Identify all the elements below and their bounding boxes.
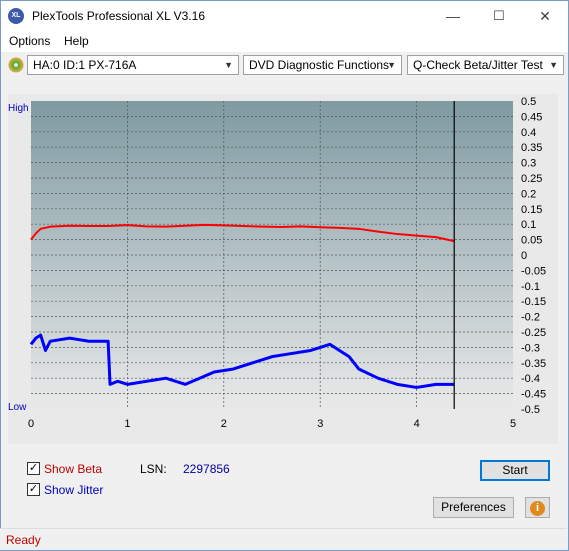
- app-logo-icon: XL: [8, 8, 24, 24]
- chart-panel: 012345 0.5 0.45 0.4 0.35 0.3 0.25 0.2 0.15 0.1 0.…: [8, 94, 558, 444]
- start-button[interactable]: Start: [480, 460, 550, 481]
- drive-select[interactable]: HA:0 ID:1 PX-716A ▼: [27, 55, 239, 75]
- test-select-value: Q-Check Beta/Jitter Test: [413, 58, 543, 72]
- chevron-down-icon: ▼: [224, 60, 233, 70]
- menu-help[interactable]: Help: [64, 34, 89, 48]
- title-bar: XL PlexTools Professional XL V3.16 — ☐ ✕: [1, 1, 568, 31]
- chevron-down-icon: ▼: [387, 60, 396, 70]
- menu-options[interactable]: Options: [9, 34, 50, 48]
- y-tick-label: 0.15: [521, 204, 542, 216]
- y-tick-label: -0.5: [521, 404, 540, 416]
- function-select-value: DVD Diagnostic Functions: [249, 58, 390, 72]
- lsn-value: 2297856: [183, 462, 230, 476]
- x-tick-label: 4: [414, 418, 420, 430]
- y-tick-label: 0: [521, 250, 527, 262]
- y-tick-label: 0.4: [521, 127, 536, 139]
- show-beta-label[interactable]: Show Beta: [44, 462, 102, 476]
- maximize-button[interactable]: ☐: [476, 1, 522, 31]
- y-tick-label: -0.3: [521, 342, 540, 354]
- minimize-button[interactable]: —: [430, 1, 476, 31]
- chevron-down-icon: ▼: [549, 60, 558, 70]
- test-select[interactable]: Q-Check Beta/Jitter Test ▼: [407, 55, 564, 75]
- toolbar: HA:0 ID:1 PX-716A ▼ DVD Diagnostic Funct…: [1, 52, 568, 80]
- show-beta-checkbox[interactable]: ✓: [27, 462, 40, 475]
- disc-drive-icon: [8, 57, 24, 73]
- high-label: High: [8, 103, 29, 114]
- y-tick-label: 0.25: [521, 173, 542, 185]
- info-button[interactable]: i: [525, 497, 550, 518]
- x-tick-label: 5: [510, 418, 516, 430]
- y-tick-label: 0.05: [521, 235, 542, 247]
- y-tick-label: -0.45: [521, 389, 546, 401]
- y-tick-label: 0.45: [521, 111, 542, 123]
- y-tick-label: 0.35: [521, 142, 542, 154]
- y-tick-label: -0.05: [521, 265, 546, 277]
- status-text: Ready: [6, 533, 41, 547]
- drive-select-value: HA:0 ID:1 PX-716A: [33, 58, 137, 72]
- show-jitter-label[interactable]: Show Jitter: [44, 483, 103, 497]
- controls-panel: ✓ Show Beta ✓ Show Jitter LSN: 2297856 S…: [10, 452, 558, 524]
- function-select[interactable]: DVD Diagnostic Functions ▼: [243, 55, 402, 75]
- show-jitter-checkbox[interactable]: ✓: [27, 483, 40, 496]
- y-tick-label: -0.25: [521, 327, 546, 339]
- y-tick-label: -0.2: [521, 312, 540, 324]
- y-tick-label: 0.5: [521, 96, 536, 108]
- window-title: PlexTools Professional XL V3.16: [32, 9, 205, 23]
- x-tick-label: 1: [124, 418, 130, 430]
- menu-bar: Options Help: [1, 31, 568, 52]
- y-axis-ticks: 0.5 0.45 0.4 0.35 0.3 0.25 0.2 0.15 0.1 0.05 0 -0.0…: [521, 96, 546, 416]
- preferences-button[interactable]: Preferences: [433, 497, 514, 518]
- beta-jitter-chart: 012345 0.50.450.40.350.30.250.20.150.10.…: [8, 96, 546, 430]
- y-tick-label: 0.2: [521, 188, 536, 200]
- x-tick-label: 0: [28, 418, 34, 430]
- grid-lines: [31, 101, 513, 409]
- y-tick-label: -0.35: [521, 358, 546, 370]
- x-axis-ticks: 0 1 2 3 4 5: [28, 418, 516, 430]
- x-tick-label: 2: [221, 418, 227, 430]
- y-tick-label: 0.1: [521, 219, 536, 231]
- x-tick-label: 3: [317, 418, 323, 430]
- lsn-label: LSN:: [140, 462, 167, 476]
- y-tick-label: -0.4: [521, 373, 540, 385]
- y-tick-label: -0.15: [521, 296, 546, 308]
- y-tick-label: -0.1: [521, 281, 540, 293]
- y-tick-label: 0.3: [521, 158, 536, 170]
- close-button[interactable]: ✕: [522, 1, 568, 31]
- low-label: Low: [8, 402, 27, 413]
- info-icon: i: [530, 501, 545, 516]
- status-bar: Ready: [0, 528, 567, 550]
